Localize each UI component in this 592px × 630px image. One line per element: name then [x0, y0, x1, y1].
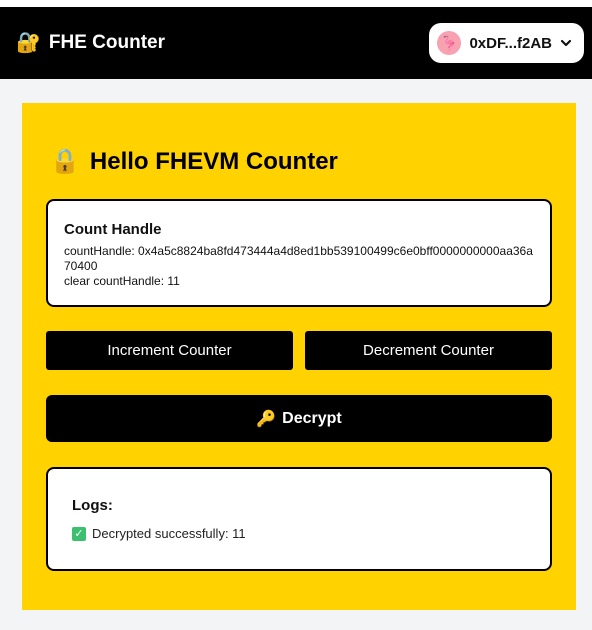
- app-title: FHE Counter: [48, 32, 166, 53]
- increment-counter-button[interactable]: Increment Counter: [46, 331, 293, 370]
- logs-heading: Logs:: [72, 497, 113, 514]
- chevron-down-icon: [560, 39, 572, 47]
- brand: 🔐 FHE Counter: [16, 32, 165, 54]
- lock-key-icon: 🔐: [16, 32, 41, 54]
- top-strip: [0, 0, 592, 7]
- count-handle-heading: Count Handle: [64, 221, 162, 238]
- clear-count-value: clear countHandle: 11: [64, 274, 180, 288]
- wallet-address: 0xDF...f2AB: [469, 34, 552, 52]
- wallet-button[interactable]: 🦩 0xDF...f2AB: [429, 23, 584, 63]
- log-entry: ✓ Decrypted successfully: 11: [72, 526, 526, 541]
- log-entry-text: Decrypted successfully: 11: [92, 526, 246, 541]
- wallet-avatar-icon: 🦩: [437, 31, 462, 55]
- decrypt-button[interactable]: 🔑 Decrypt: [46, 395, 552, 442]
- lock-icon: 🔒: [50, 148, 80, 175]
- page-title: 🔒 Hello FHEVM Counter: [50, 147, 338, 176]
- decrypt-label: Decrypt: [282, 409, 342, 427]
- page-title-text: Hello FHEVM Counter: [89, 147, 338, 175]
- check-mark-icon: ✓: [72, 526, 86, 541]
- counter-panel: 🔒 Hello FHEVM Counter Count Handle count…: [22, 103, 576, 610]
- decrement-counter-button[interactable]: Decrement Counter: [305, 331, 552, 370]
- app-header: 🔐 FHE Counter 🦩 0xDF...f2AB: [0, 7, 592, 79]
- count-handle-card: Count Handle countHandle: 0x4a5c8824ba8f…: [46, 199, 552, 307]
- logs-card: Logs: ✓ Decrypted successfully: 11: [46, 467, 552, 571]
- count-handle-value: countHandle: 0x4a5c8824ba8fd473444a4d8ed…: [64, 244, 533, 273]
- key-icon: 🔑: [256, 410, 277, 428]
